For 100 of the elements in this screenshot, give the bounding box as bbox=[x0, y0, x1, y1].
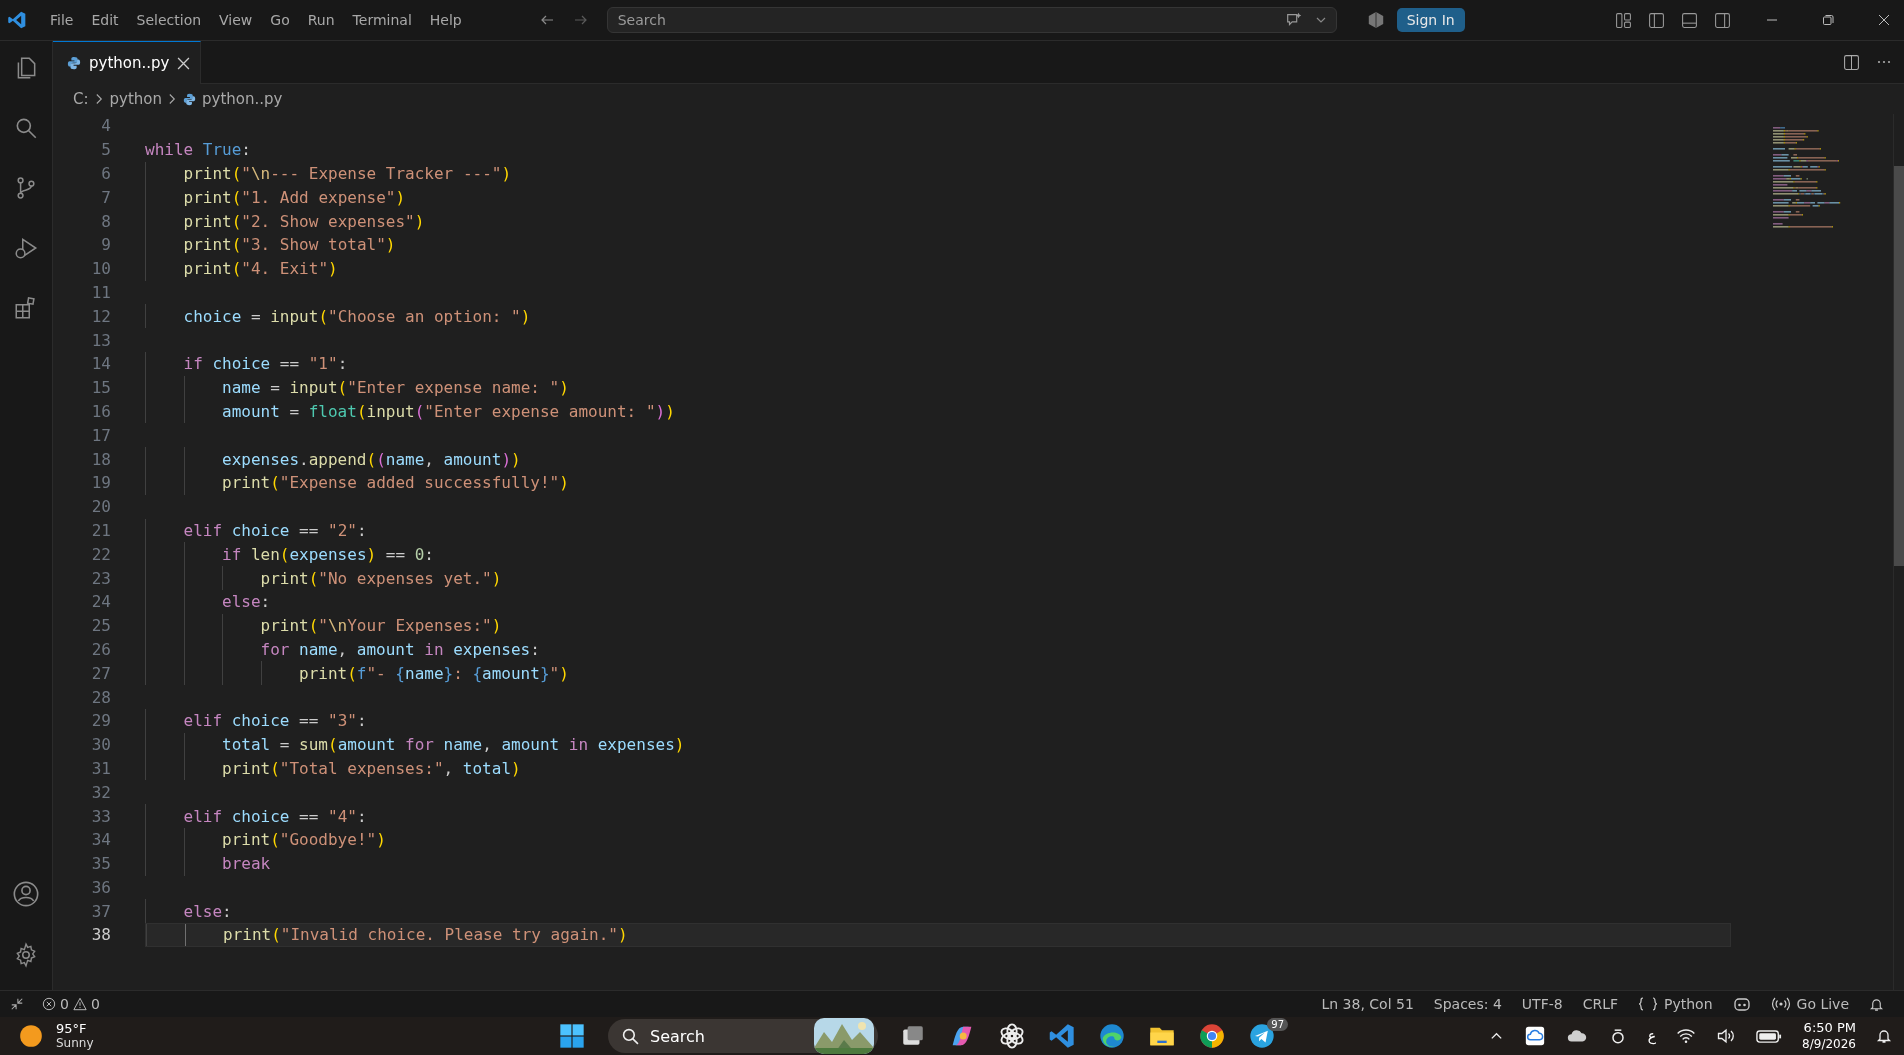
menu-item[interactable]: File bbox=[41, 12, 83, 28]
code-token: total bbox=[222, 735, 271, 755]
language-mode[interactable]: Python bbox=[1628, 996, 1723, 1012]
close-icon[interactable] bbox=[177, 56, 191, 70]
code-token: in bbox=[423, 639, 445, 659]
account-icon[interactable] bbox=[12, 880, 40, 908]
code-token: ( bbox=[347, 663, 357, 683]
code-token: choice bbox=[183, 306, 242, 326]
speaker-icon[interactable] bbox=[1716, 1026, 1737, 1046]
code-token: ) bbox=[491, 568, 502, 588]
code-token: len bbox=[250, 544, 280, 564]
code-token: if bbox=[183, 354, 204, 374]
remote-icon[interactable] bbox=[10, 997, 24, 1011]
edge-browser-icon[interactable] bbox=[1098, 1022, 1126, 1050]
code-token: = bbox=[249, 306, 262, 326]
breadcrumb-item[interactable]: C: bbox=[73, 90, 89, 108]
code-token: else bbox=[183, 901, 223, 921]
wifi-icon[interactable] bbox=[1676, 1026, 1697, 1046]
code-token: ( bbox=[231, 187, 242, 207]
code-token: name bbox=[385, 449, 425, 469]
scrollbar-thumb[interactable] bbox=[1894, 166, 1904, 566]
line-number: 20 bbox=[90, 497, 112, 517]
line-number: 38 bbox=[90, 925, 112, 945]
toggle-panel-icon[interactable] bbox=[1680, 11, 1698, 29]
code-token: ( bbox=[337, 378, 348, 398]
code-token: amount bbox=[356, 639, 415, 659]
code-token: 0 bbox=[414, 544, 425, 564]
cursor-position[interactable]: Ln 38, Col 51 bbox=[1311, 996, 1424, 1012]
code-token: print bbox=[260, 616, 309, 636]
close-icon[interactable] bbox=[1878, 14, 1890, 26]
restore-icon[interactable] bbox=[1822, 14, 1834, 26]
menu-item[interactable]: Run bbox=[298, 12, 344, 28]
menu-item[interactable]: Go bbox=[261, 12, 299, 28]
breadcrumb-item[interactable]: python..py bbox=[202, 90, 283, 108]
code-token: ) bbox=[559, 378, 569, 398]
bell-icon[interactable] bbox=[1869, 996, 1884, 1012]
notification-bell-icon[interactable] bbox=[1876, 1028, 1892, 1044]
clock-date[interactable]: 8/9/2026 bbox=[1802, 1036, 1856, 1052]
code-token: ( bbox=[270, 830, 280, 850]
line-number: 4 bbox=[100, 116, 112, 136]
code-token: : bbox=[222, 901, 232, 921]
code-token: ) bbox=[674, 735, 685, 755]
indentation-setting[interactable]: Spaces: 4 bbox=[1423, 996, 1512, 1012]
code-token: == bbox=[278, 354, 301, 374]
cube-icon[interactable] bbox=[1366, 11, 1385, 29]
windows-start-icon[interactable] bbox=[558, 1022, 586, 1050]
copilot-icon[interactable] bbox=[1732, 996, 1751, 1012]
menu-item[interactable]: Selection bbox=[127, 12, 211, 28]
split-editor-icon[interactable] bbox=[1843, 53, 1860, 71]
code-token: name bbox=[222, 378, 261, 398]
code-token: : bbox=[424, 544, 434, 564]
code-token: " bbox=[549, 663, 560, 683]
code-token: f bbox=[356, 663, 367, 683]
menu-item[interactable]: Edit bbox=[82, 12, 128, 28]
code-token: ( bbox=[318, 306, 328, 326]
code-token: : bbox=[356, 520, 367, 540]
code-token: ( bbox=[366, 449, 377, 469]
toggle-secondary-sidebar-icon[interactable] bbox=[1713, 11, 1731, 29]
keyboard-language[interactable]: ع bbox=[1647, 1028, 1657, 1044]
editor-tab[interactable]: python..py bbox=[53, 41, 202, 84]
code-token: : bbox=[356, 806, 367, 826]
problems-indicator[interactable]: 0 0 bbox=[42, 996, 100, 1012]
code-token: : bbox=[530, 639, 540, 659]
line-number: 36 bbox=[90, 877, 112, 897]
code-token: elif bbox=[183, 806, 224, 826]
code-token: "Enter expense name: " bbox=[347, 378, 560, 398]
code-token: amount bbox=[222, 401, 280, 421]
layout-icon[interactable] bbox=[1614, 11, 1632, 29]
code-token: ( bbox=[231, 259, 242, 279]
line-number: 9 bbox=[100, 235, 112, 255]
vscode-app-icon[interactable] bbox=[1048, 1022, 1076, 1050]
encoding-setting[interactable]: UTF-8 bbox=[1511, 996, 1573, 1012]
go-live-button[interactable]: Go Live bbox=[1760, 996, 1859, 1012]
code-token: \n bbox=[250, 164, 271, 183]
run-debug-icon[interactable] bbox=[13, 235, 39, 261]
line-number: 37 bbox=[90, 901, 112, 921]
menu-item[interactable]: View bbox=[210, 12, 262, 28]
breadcrumb-item[interactable]: python bbox=[109, 90, 162, 108]
battery-icon[interactable] bbox=[1756, 1028, 1783, 1044]
code-token: ( bbox=[271, 925, 281, 945]
toggle-sidebar-icon[interactable] bbox=[1647, 11, 1665, 29]
cloud-app-icon[interactable] bbox=[1523, 1025, 1546, 1047]
line-ending-setting[interactable]: CRLF bbox=[1572, 996, 1628, 1012]
code-token: total bbox=[462, 758, 511, 778]
sign-in-button[interactable]: Sign In bbox=[1396, 8, 1465, 32]
code-token: " bbox=[241, 164, 251, 183]
clock-time[interactable]: 6:50 PM bbox=[1803, 1020, 1856, 1036]
code-token: "Choose an option: " bbox=[328, 306, 521, 326]
code-token: "2" bbox=[328, 520, 357, 540]
python-icon bbox=[67, 56, 81, 70]
menu-item[interactable]: Help bbox=[420, 12, 471, 28]
code-token: "No expenses yet." bbox=[318, 568, 492, 588]
code-token: sum bbox=[299, 735, 328, 755]
search-field[interactable]: Search bbox=[606, 7, 1337, 33]
code-token: elif bbox=[183, 711, 224, 731]
sun-icon[interactable] bbox=[18, 1023, 44, 1049]
menu-item[interactable]: Terminal bbox=[343, 12, 421, 28]
chrome-browser-icon[interactable] bbox=[1198, 1022, 1226, 1050]
code-token: break bbox=[222, 854, 271, 874]
code-token: : bbox=[453, 663, 464, 683]
